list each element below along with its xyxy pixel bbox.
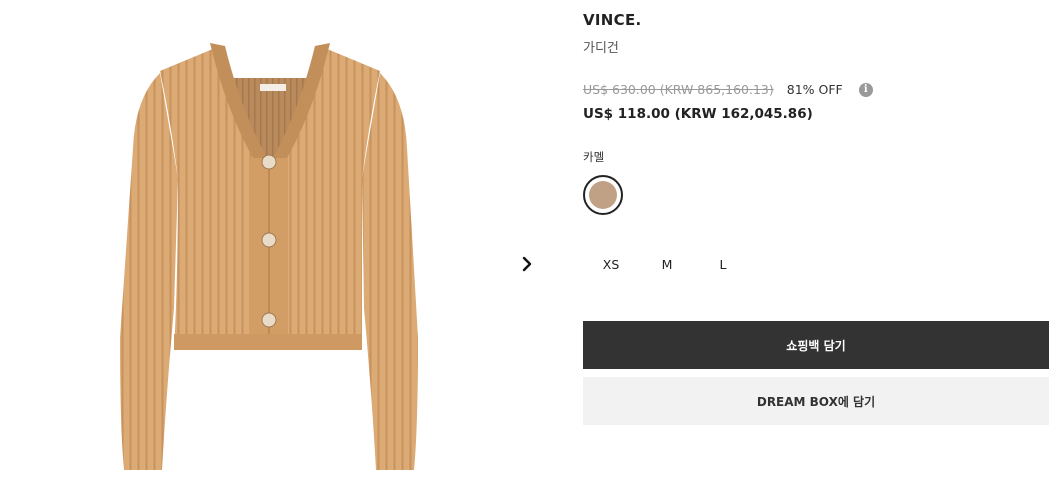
add-to-dream-box-button[interactable]: DREAM BOX에 담기 bbox=[583, 377, 1049, 425]
product-category: 가디건 bbox=[583, 41, 619, 56]
size-option-l[interactable]: L bbox=[703, 257, 743, 272]
product-info: VINCE. 가디건 US$ 630.00 (KRW 865,160.13) 8… bbox=[583, 0, 1049, 502]
product-image bbox=[120, 43, 418, 470]
size-option-m[interactable]: M bbox=[647, 257, 687, 272]
add-to-bag-button[interactable]: 쇼핑백 담기 bbox=[583, 321, 1049, 369]
price-row: US$ 630.00 (KRW 865,160.13) 81% OFF i bbox=[583, 82, 873, 97]
original-price: US$ 630.00 (KRW 865,160.13) bbox=[583, 82, 774, 97]
brand-name[interactable]: VINCE. bbox=[583, 11, 642, 29]
color-swatch-camel[interactable] bbox=[583, 175, 623, 215]
size-option-xs[interactable]: XS bbox=[591, 257, 631, 272]
product-gallery bbox=[0, 0, 560, 502]
current-price: US$ 118.00 (KRW 162,045.86) bbox=[583, 106, 813, 122]
chevron-right-icon bbox=[522, 256, 532, 272]
color-label: 카멜 bbox=[583, 150, 605, 164]
info-icon[interactable]: i bbox=[858, 82, 873, 97]
discount-badge: 81% OFF bbox=[786, 82, 843, 97]
color-swatch-fill bbox=[589, 181, 617, 209]
next-image-button[interactable] bbox=[514, 250, 540, 278]
